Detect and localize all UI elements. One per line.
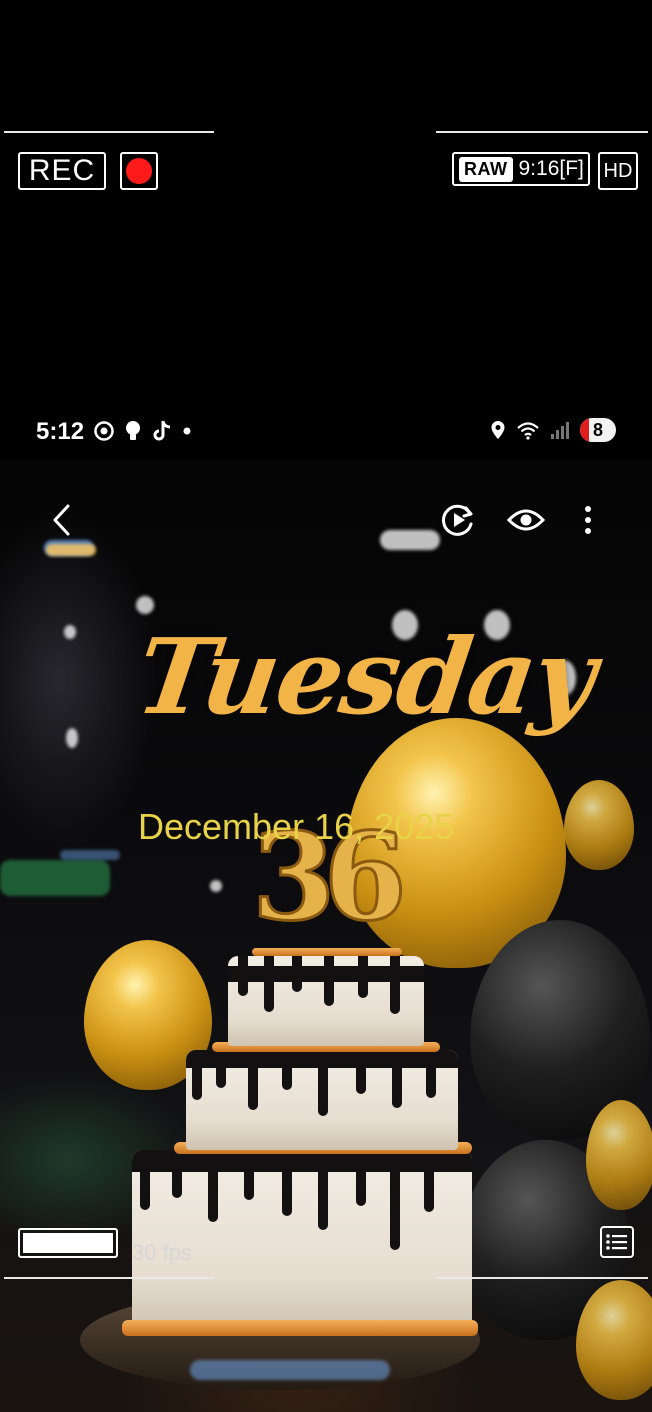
chevron-left-icon (53, 504, 70, 536)
day-of-week: Tuesday (129, 615, 602, 738)
aspect-ratio-label: 9:16[F] (518, 157, 584, 180)
status-time: 5:12 (36, 418, 85, 445)
cake-tier-middle (186, 1050, 458, 1150)
status-notification-icons (94, 420, 192, 442)
chrome-icon (94, 421, 114, 441)
location-icon (491, 421, 505, 439)
bokeh-light (0, 860, 110, 896)
frame-guide-bottom-left (4, 1277, 214, 1279)
frame-guide-top-right (436, 131, 648, 133)
bokeh-light (66, 728, 78, 748)
bulb-icon (126, 421, 140, 440)
cake-tier-top (228, 956, 424, 1046)
format-badge[interactable]: RAW 9:16[F] (452, 152, 590, 186)
frame-guide-top-left (4, 131, 214, 133)
fps-label: 30 fps (132, 1240, 192, 1265)
battery-indicator: 8 (580, 418, 616, 442)
more-vertical-icon (585, 506, 591, 534)
battery-low-segment (580, 418, 589, 442)
bokeh-light (46, 544, 96, 556)
raw-badge: RAW (459, 156, 513, 182)
more-options-button[interactable] (566, 498, 610, 542)
tiktok-icon (153, 421, 171, 441)
motion-preview-button[interactable] (436, 498, 480, 542)
cake-band (122, 1320, 478, 1336)
gold-balloon (564, 780, 634, 870)
bokeh-light (60, 850, 120, 860)
screen: 36 REC RAW 9:16[F] HD 5:12 8 Tuesday Dec… (0, 0, 652, 1412)
preview-button[interactable] (504, 498, 548, 542)
gold-balloon (586, 1100, 652, 1210)
record-indicator[interactable] (120, 152, 158, 190)
date-label: December 16, 2025 (138, 806, 455, 847)
bokeh-light (190, 1360, 390, 1380)
bokeh-light (380, 530, 440, 550)
audio-level-meter (18, 1228, 118, 1258)
back-button[interactable] (40, 498, 84, 542)
play-refresh-icon (442, 504, 473, 536)
frame-guide-bottom-right (436, 1277, 648, 1279)
bokeh-light (136, 596, 154, 614)
list-icon (606, 1234, 627, 1250)
quality-badge[interactable]: HD (598, 152, 638, 190)
bokeh-light (64, 625, 76, 639)
eye-icon (507, 509, 545, 531)
list-button[interactable] (600, 1226, 634, 1258)
wifi-icon (517, 422, 539, 440)
signal-icon (551, 422, 569, 439)
record-dot-icon (126, 158, 152, 184)
cake-band (252, 948, 402, 956)
status-system-icons: 8 (490, 418, 616, 442)
dot-icon (183, 427, 191, 435)
bokeh-light (210, 880, 222, 892)
audio-level-fill (23, 1233, 113, 1253)
wallpaper-photo: 36 (0, 460, 652, 1412)
battery-level: 8 (592, 419, 603, 440)
rec-badge: REC (18, 152, 106, 190)
